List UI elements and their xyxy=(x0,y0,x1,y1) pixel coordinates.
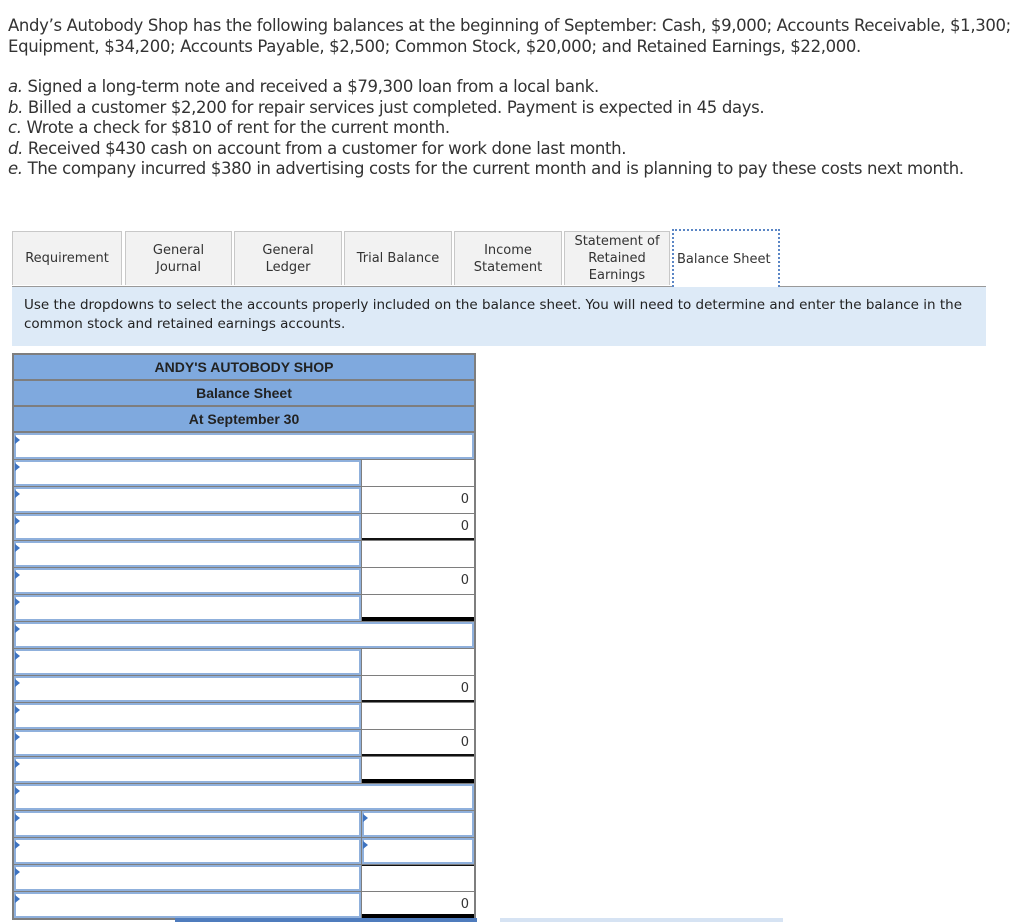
balance-sheet-row xyxy=(14,702,474,729)
problem-statement: Andy’s Autobody Shop has the following b… xyxy=(8,16,1018,57)
account-dropdown[interactable] xyxy=(14,703,362,729)
account-dropdown[interactable] xyxy=(14,460,362,486)
tab-label: General Ledger xyxy=(262,242,314,275)
transaction-text: Wrote a check for $810 of rent for the c… xyxy=(21,118,451,137)
balance-sheet-form: ANDY'S AUTOBODY SHOP Balance Sheet At Se… xyxy=(12,353,476,920)
company-name: ANDY'S AUTOBODY SHOP xyxy=(14,353,474,379)
transaction-item: c. Wrote a check for $810 of rent for th… xyxy=(8,118,964,139)
balance-sheet-row: 0 xyxy=(14,486,474,513)
balance-sheet-row: 0 xyxy=(14,567,474,594)
balance-sheet-row: 0 xyxy=(14,675,474,702)
amount-input[interactable]: 0 xyxy=(362,730,474,756)
amount-input[interactable] xyxy=(362,649,474,675)
transaction-letter: c. xyxy=(8,118,22,137)
transaction-item: d. Received $430 cash on account from a … xyxy=(8,139,964,160)
transaction-letter: b. xyxy=(8,97,24,117)
amount-dropdown[interactable] xyxy=(362,811,474,837)
problem-intro: Andy’s Autobody Shop has the following b… xyxy=(8,16,1011,56)
balance-sheet-row xyxy=(14,431,474,459)
account-dropdown[interactable] xyxy=(14,730,362,756)
balance-sheet-row xyxy=(14,837,474,864)
balance-sheet-row xyxy=(14,540,474,567)
account-dropdown[interactable] xyxy=(14,595,362,621)
account-dropdown[interactable] xyxy=(14,541,362,567)
amount-input[interactable] xyxy=(362,460,474,486)
amount-input[interactable] xyxy=(362,865,474,891)
transaction-letter: e. xyxy=(8,159,23,178)
tab-income-statement[interactable]: Income Statement xyxy=(454,231,562,285)
amount-input[interactable]: 0 xyxy=(362,892,474,918)
tab-trial-balance[interactable]: Trial Balance xyxy=(344,231,452,285)
amount-input[interactable]: 0 xyxy=(362,568,474,594)
account-dropdown[interactable] xyxy=(14,514,362,540)
transaction-letter: a. xyxy=(8,77,23,96)
section-heading-dropdown[interactable] xyxy=(14,622,474,648)
account-dropdown[interactable] xyxy=(14,838,362,864)
account-dropdown[interactable] xyxy=(14,676,362,702)
instructions-panel: Use the dropdowns to select the accounts… xyxy=(12,287,986,346)
transaction-list: a. Signed a long-term note and received … xyxy=(8,77,964,180)
transaction-text: The company incurred $380 in advertising… xyxy=(22,159,965,178)
transaction-letter: d. xyxy=(8,138,24,158)
amount-input[interactable]: 0 xyxy=(362,514,474,540)
balance-sheet-row xyxy=(14,459,474,486)
transaction-item: a. Signed a long-term note and received … xyxy=(8,77,964,98)
amount-input[interactable]: 0 xyxy=(362,676,474,702)
account-dropdown[interactable] xyxy=(14,865,362,891)
transaction-item: e. The company incurred $380 in advertis… xyxy=(8,159,964,180)
statement-date: At September 30 xyxy=(14,405,474,431)
amount-dropdown[interactable] xyxy=(362,838,474,864)
amount-input[interactable] xyxy=(362,595,474,621)
account-dropdown[interactable] xyxy=(14,568,362,594)
balance-sheet-row xyxy=(14,756,474,783)
amount-input[interactable] xyxy=(362,757,474,783)
balance-sheet-row xyxy=(14,810,474,837)
statement-title: Balance Sheet xyxy=(14,379,474,405)
account-dropdown[interactable] xyxy=(14,649,362,675)
tab-label: Statement of Retained Earnings xyxy=(574,234,660,283)
account-dropdown[interactable] xyxy=(14,487,362,513)
balance-sheet-row: 0 xyxy=(14,513,474,540)
tab-general-ledger[interactable]: General Ledger xyxy=(234,231,342,285)
balance-sheet-row: 0 xyxy=(14,891,474,918)
balance-sheet-rows: 000000 xyxy=(14,431,474,918)
tab-balance-sheet[interactable]: Balance Sheet xyxy=(672,229,780,287)
tab-label: Income Statement xyxy=(473,242,543,275)
tab-label: General Journal xyxy=(152,242,205,275)
balance-sheet-row xyxy=(14,621,474,648)
account-dropdown[interactable] xyxy=(14,892,362,918)
tab-general-journal[interactable]: General Journal xyxy=(125,231,232,285)
tab-statement-of-retained-earnings[interactable]: Statement of Retained Earnings xyxy=(564,231,670,285)
balance-sheet-row xyxy=(14,594,474,621)
section-heading-dropdown[interactable] xyxy=(14,433,474,459)
transaction-item: b. Billed a customer $2,200 for repair s… xyxy=(8,98,964,119)
section-heading-dropdown[interactable] xyxy=(14,784,474,810)
account-dropdown[interactable] xyxy=(14,811,362,837)
balance-sheet-row: 0 xyxy=(14,729,474,756)
balance-sheet-row xyxy=(14,783,474,810)
tab-bar: Requirement General Journal General Ledg… xyxy=(12,229,986,287)
transaction-text: Billed a customer $2,200 for repair serv… xyxy=(23,97,765,117)
amount-input[interactable] xyxy=(362,541,474,567)
tab-requirement[interactable]: Requirement xyxy=(12,231,122,285)
balance-sheet-row xyxy=(14,648,474,675)
account-dropdown[interactable] xyxy=(14,757,362,783)
transaction-text: Received $430 cash on account from a cus… xyxy=(23,138,627,158)
action-button-partial[interactable] xyxy=(500,918,783,922)
balance-sheet-row xyxy=(14,864,474,891)
action-button-partial[interactable] xyxy=(175,918,477,922)
transaction-text: Signed a long-term note and received a $… xyxy=(22,77,600,96)
amount-input[interactable] xyxy=(362,703,474,729)
amount-input[interactable]: 0 xyxy=(362,487,474,513)
